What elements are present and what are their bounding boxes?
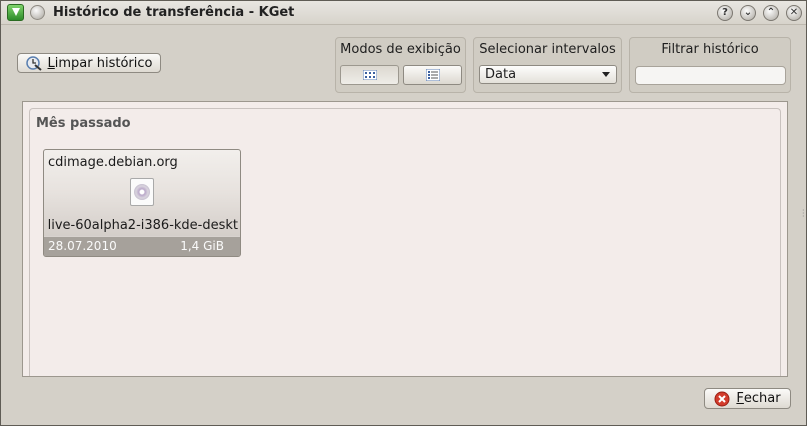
- close-button[interactable]: Fechar: [704, 388, 791, 409]
- filter-history-label: Filtrar histórico: [661, 42, 759, 57]
- select-intervals-group: Selecionar intervalos Data: [473, 37, 622, 93]
- clear-history-button[interactable]: Limpar histórico: [17, 53, 161, 73]
- minimize-button[interactable]: ⌄: [740, 5, 756, 21]
- filter-history-group: Filtrar histórico: [629, 37, 791, 93]
- close-accel: F: [736, 391, 744, 406]
- list-view-icon: [426, 69, 440, 81]
- select-intervals-label: Selecionar intervalos: [479, 42, 616, 57]
- view-modes-group: Modos de exibição: [335, 37, 466, 93]
- maximize-button[interactable]: ⌃: [763, 5, 779, 21]
- clear-history-icon: [25, 56, 42, 71]
- title-bar[interactable]: Histórico de transferência - KGet ? ⌄ ⌃ …: [1, 1, 806, 25]
- kget-download-icon[interactable]: [7, 4, 24, 21]
- interval-select[interactable]: Data: [479, 65, 617, 84]
- item-size: 1,4 GiB: [180, 239, 224, 253]
- list-view-button[interactable]: [403, 65, 462, 85]
- cd-image-file-icon: [130, 178, 154, 206]
- close-window-button[interactable]: ✕: [786, 5, 802, 21]
- view-modes-label: Modos de exibição: [340, 42, 461, 57]
- icon-view-icon: [363, 70, 377, 80]
- item-filename: debian-live-60alpha2-i386-kde-deskt: [48, 218, 238, 233]
- splitter-handle-icon[interactable]: · · ·: [802, 207, 806, 221]
- close-label: echar: [743, 391, 781, 406]
- filter-history-input[interactable]: [635, 66, 786, 85]
- section-title: Mês passado: [36, 116, 131, 131]
- item-footer: 28.07.2010 1,4 GiB: [44, 236, 240, 256]
- help-button[interactable]: ?: [717, 5, 733, 21]
- item-date: 28.07.2010: [48, 239, 117, 253]
- interval-select-value: Data: [485, 67, 517, 82]
- icon-view-button[interactable]: [340, 65, 399, 85]
- chevron-down-icon: [602, 72, 610, 77]
- item-host: cdimage.debian.org: [48, 155, 178, 170]
- close-circle-icon: [714, 391, 730, 406]
- history-item[interactable]: cdimage.debian.org debian-live-60alpha2-…: [43, 149, 241, 257]
- clear-history-accel: L: [47, 55, 55, 71]
- clear-history-label: impar histórico: [54, 55, 153, 71]
- history-view[interactable]: Mês passado cdimage.debian.org debian-li…: [22, 101, 788, 377]
- window-menu-icon[interactable]: [30, 5, 45, 20]
- window-title: Histórico de transferência - KGet: [53, 5, 295, 20]
- history-section: Mês passado cdimage.debian.org debian-li…: [29, 108, 781, 376]
- history-window: Histórico de transferência - KGet ? ⌄ ⌃ …: [0, 0, 807, 426]
